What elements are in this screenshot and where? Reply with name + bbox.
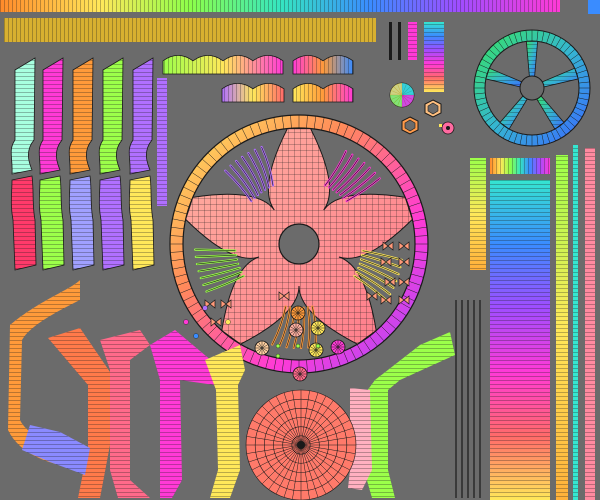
bolt-dot [295, 343, 301, 349]
bolt-bowtie [366, 291, 378, 301]
right-column-strips [470, 145, 595, 500]
uv-atlas-canvas [0, 0, 600, 500]
bottom-circle-center [297, 441, 305, 449]
bolt-bowtie [382, 241, 394, 251]
bolt-bowtie [398, 277, 410, 287]
spoke-strips [10, 57, 155, 271]
bolt-bowtie [220, 299, 232, 309]
bolt-dot [193, 333, 199, 339]
bolt-dot [202, 305, 208, 311]
bottom-circle [245, 389, 357, 500]
main-wheel-hub [278, 223, 320, 265]
black-lines [455, 300, 481, 498]
wave-strips [162, 55, 354, 103]
uv-atlas-svg [0, 0, 600, 500]
hex-nut-icon [401, 116, 419, 135]
bolt-bowtie [398, 257, 410, 267]
bolt-bowtie [398, 241, 410, 251]
small-wheel-hub [519, 75, 545, 101]
small-wheel [473, 29, 591, 147]
bolt-bowtie [380, 295, 392, 305]
top-band [4, 18, 376, 42]
hub-cap-icon [389, 82, 415, 108]
small-vertical-bars [389, 22, 444, 92]
bolt-dot [275, 343, 281, 349]
bolt-dot [225, 319, 231, 325]
bolt-dot [183, 319, 189, 325]
hub-icons [389, 82, 455, 135]
bolt-dot [315, 343, 321, 349]
top-gradient-strip [0, 0, 600, 14]
thin-vertical-strip [157, 78, 167, 206]
hex-nut-icon [424, 99, 442, 118]
bolt-bowtie [380, 257, 392, 267]
small-disc-icon [441, 121, 455, 135]
bolt-dot [275, 353, 281, 359]
